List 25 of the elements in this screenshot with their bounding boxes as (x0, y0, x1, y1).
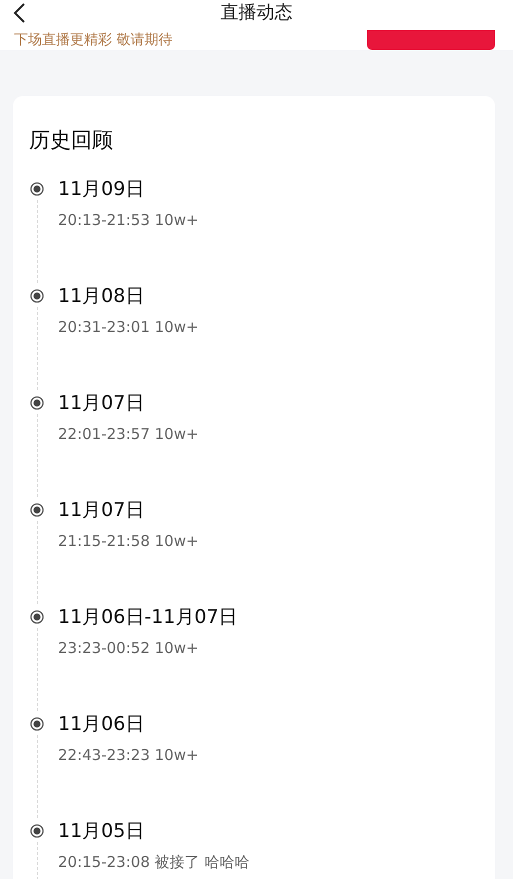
date-label[interactable]: 11月09日 (58, 176, 199, 202)
notice-text: 下场直播更精彩 敬请期待 (14, 33, 172, 47)
timeline-dot-icon (30, 289, 44, 303)
time-range: 23:23-00:52 10w+ (58, 639, 200, 657)
timeline-dot-icon (30, 503, 44, 517)
timeline-dot-icon (30, 610, 44, 624)
time-range: 21:15-21:58 10w+ (58, 532, 199, 550)
date-label[interactable]: 11月07日 (58, 497, 199, 523)
page-title: 直播动态 (220, 2, 292, 24)
timeline-dot-icon (30, 396, 44, 410)
time-range: 22:43-23:23 10w+ (58, 746, 199, 764)
timeline-dot-icon (30, 824, 44, 838)
timeline-dot-icon (30, 717, 44, 731)
back-icon[interactable] (12, 2, 26, 24)
date-label[interactable]: 11月06日-11月07日 (58, 604, 238, 630)
timeline-dot-icon (30, 182, 44, 196)
time-range: 20:31-23:01 10w+ (58, 318, 199, 336)
time-range: 22:01-23:57 10w+ (58, 425, 199, 443)
section-title: 历史回顾 (29, 127, 114, 154)
date-label[interactable]: 11月07日 (58, 390, 199, 416)
date-label[interactable]: 11月08日 (58, 283, 199, 309)
date-label[interactable]: 11月05日 (58, 818, 250, 844)
time-range: 20:13-21:53 10w+ (58, 211, 199, 229)
date-label[interactable]: 11月06日 (58, 711, 199, 737)
time-range: 20:15-23:08 被接了 哈哈哈 (58, 853, 250, 872)
